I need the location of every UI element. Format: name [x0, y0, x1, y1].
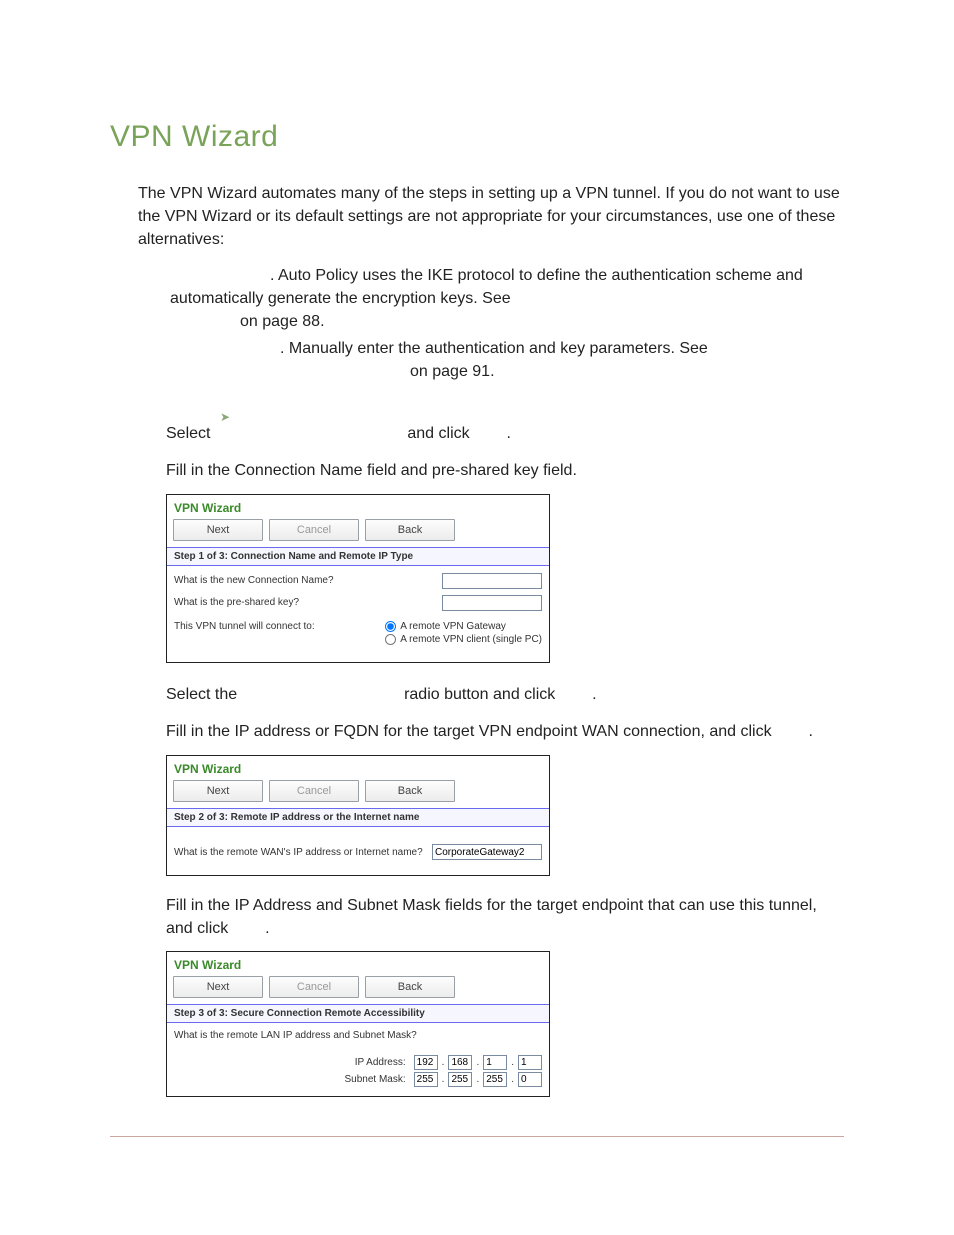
ip-o3[interactable] [483, 1055, 507, 1070]
step-fill-ip: Fill in the IP address or FQDN for the t… [166, 718, 844, 745]
alt-manual-line2: on page 91. [410, 360, 844, 383]
arrow-icon: ➤ [220, 410, 230, 424]
alt-auto-line1: . Auto Policy uses the IKE protocol to d… [170, 264, 844, 287]
alt-auto-line2: automatically generate the encryption ke… [170, 287, 844, 310]
footer-rule [110, 1136, 844, 1137]
back-button-2[interactable]: Back [365, 780, 455, 802]
q-remote-lan: What is the remote LAN IP address and Su… [174, 1030, 542, 1041]
q-conn-name: What is the new Connection Name? [174, 575, 442, 586]
mask-o3[interactable] [483, 1072, 507, 1087]
step-fill-lan: Fill in the IP Address and Subnet Mask f… [166, 894, 844, 940]
remote-wan-input[interactable] [432, 844, 542, 860]
next-button-3[interactable]: Next [173, 976, 263, 998]
wizard-step1-box: VPN Wizard Next Cancel Back Step 1 of 3:… [166, 494, 550, 663]
radio-gateway-input[interactable] [385, 621, 396, 632]
mask-o1[interactable] [414, 1072, 438, 1087]
alt-manual-line1: . Manually enter the authentication and … [170, 337, 844, 360]
mask-o4[interactable] [518, 1072, 542, 1087]
q-remote-wan: What is the remote WAN's IP address or I… [174, 847, 432, 858]
wizard-step2-box: VPN Wizard Next Cancel Back Step 2 of 3:… [166, 755, 550, 876]
cancel-button-3[interactable]: Cancel [269, 976, 359, 998]
wizard-title: VPN Wizard [167, 495, 549, 519]
page-title: VPN Wizard [110, 120, 844, 154]
radio-client[interactable]: A remote VPN client (single PC) [385, 634, 542, 645]
wizard-title-2: VPN Wizard [167, 756, 549, 780]
step-fill-conn: Fill in the Connection Name field and pr… [166, 457, 844, 484]
back-button[interactable]: Back [365, 519, 455, 541]
radio-client-input[interactable] [385, 634, 396, 645]
cancel-button[interactable]: Cancel [269, 519, 359, 541]
step2-header: Step 2 of 3: Remote IP address or the In… [167, 808, 549, 827]
subnet-row: Subnet Mask: . . . [174, 1072, 542, 1087]
wizard-step3-box: VPN Wizard Next Cancel Back Step 3 of 3:… [166, 951, 550, 1097]
psk-input[interactable] [442, 595, 542, 611]
wizard-title-3: VPN Wizard [167, 952, 549, 976]
step1-header: Step 1 of 3: Connection Name and Remote … [167, 547, 549, 566]
conn-name-input[interactable] [442, 573, 542, 589]
ip-label: IP Address: [355, 1057, 406, 1068]
mask-label: Subnet Mask: [345, 1074, 406, 1085]
mask-o2[interactable] [448, 1072, 472, 1087]
ip-o4[interactable] [518, 1055, 542, 1070]
cancel-button-2[interactable]: Cancel [269, 780, 359, 802]
q-connect-to: This VPN tunnel will connect to: [174, 621, 377, 632]
step3-header: Step 3 of 3: Secure Connection Remote Ac… [167, 1004, 549, 1023]
step-select-radio: Select the radio button and click . [166, 681, 844, 708]
ip-o2[interactable] [448, 1055, 472, 1070]
back-button-3[interactable]: Back [365, 976, 455, 998]
ip-address-row: IP Address: . . . [174, 1055, 542, 1070]
next-button-2[interactable]: Next [173, 780, 263, 802]
radio-gateway[interactable]: A remote VPN Gateway [385, 621, 542, 632]
alt-auto-line3: on page 88. [240, 310, 844, 333]
next-button[interactable]: Next [173, 519, 263, 541]
ip-o1[interactable] [414, 1055, 438, 1070]
q-psk: What is the pre-shared key? [174, 597, 442, 608]
step-select-line: Select and click . [166, 420, 844, 447]
intro-paragraph: The VPN Wizard automates many of the ste… [138, 182, 844, 252]
